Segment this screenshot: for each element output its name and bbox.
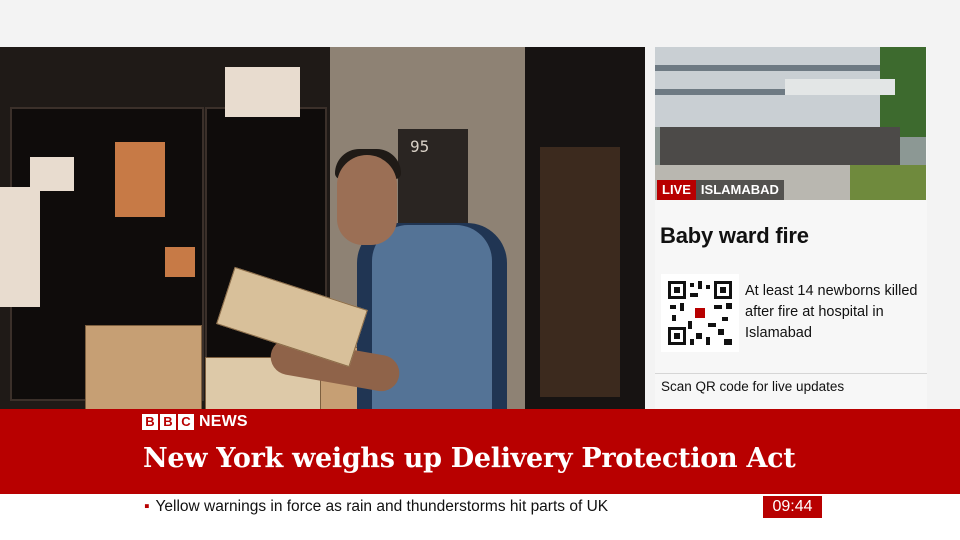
parcel-box — [85, 325, 202, 409]
news-ticker: ▪ Yellow warnings in force as rain and th… — [0, 494, 960, 540]
headline: New York weighs up Delivery Protection A… — [143, 443, 796, 474]
qr-instruction: Scan QR code for live updates — [661, 379, 845, 394]
story-thumbnail: LIVE ISLAMABAD — [655, 47, 926, 200]
divider — [655, 373, 927, 374]
headline-banner: B B C NEWS New York weighs up Delivery P… — [0, 409, 960, 494]
live-badge: LIVE ISLAMABAD — [657, 180, 784, 200]
ticker-text: Yellow warnings in force as rain and thu… — [155, 498, 609, 515]
crowd — [660, 127, 900, 169]
ticker-bullet-icon: ▪ — [144, 498, 150, 515]
live-location: ISLAMABAD — [695, 180, 784, 200]
live-story-card: LIVE ISLAMABAD Baby ward fire At least 1… — [655, 47, 927, 409]
story-title: Baby ward fire — [660, 223, 809, 248]
bbc-news-logo: B B C NEWS — [142, 412, 248, 432]
main-video-frame: 95 — [0, 47, 645, 409]
qr-code-icon — [661, 274, 739, 352]
clock: 09:44 — [763, 496, 822, 518]
live-label: LIVE — [657, 180, 696, 200]
story-summary: At least 14 newborns killed after fire a… — [745, 283, 918, 341]
